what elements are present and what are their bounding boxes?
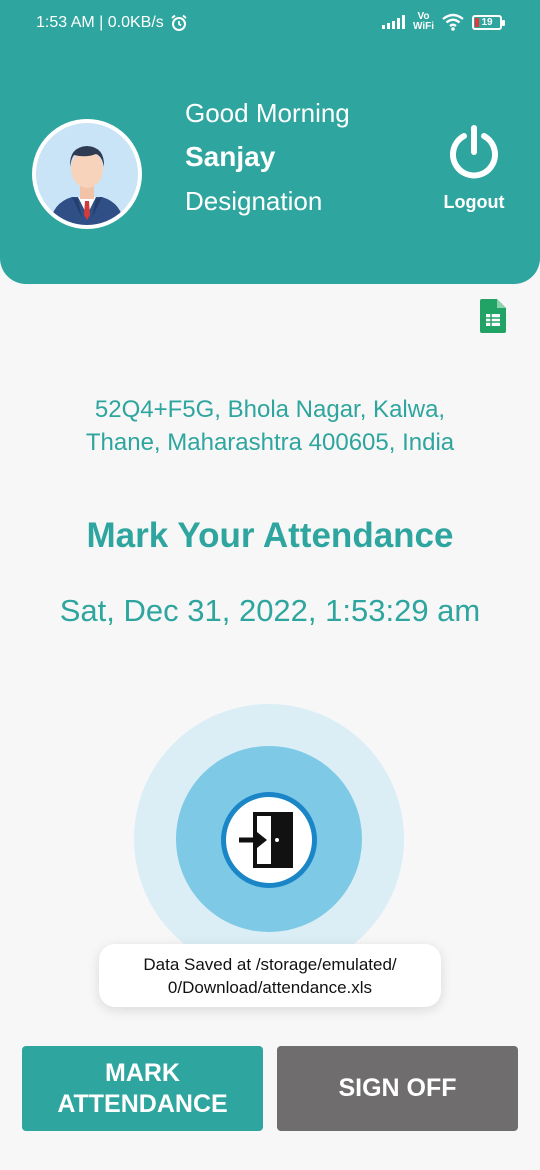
door-enter-icon — [239, 812, 293, 868]
logout-label: Logout — [443, 192, 505, 212]
vowifi-indicator: Vo WiFi — [412, 11, 434, 32]
google-sheets-icon[interactable] — [480, 299, 506, 333]
current-datetime: Sat, Dec 31, 2022, 1:53:29 am — [59, 593, 481, 628]
status-time: 1:53 AM | 0.0KB/s — [36, 14, 164, 31]
page-title: Mark Your Attendance — [86, 516, 454, 555]
status-bar: 1:53 AM | 0.0KB/s Vo WiFi 19 — [0, 0, 540, 48]
signal-bars-icon — [381, 15, 405, 29]
designation-text: Designation — [185, 186, 323, 216]
check-in-button[interactable] — [221, 792, 317, 888]
user-name: Sanjay — [185, 141, 276, 172]
battery-icon: 19 — [472, 14, 505, 30]
toast-message: Data Saved at /storage/emulated/ 0/Downl… — [99, 944, 441, 1007]
alarm-clock-icon — [171, 14, 187, 31]
logout-button[interactable]: Logout — [436, 124, 512, 224]
greeting-text: Good Morning — [185, 98, 350, 128]
mark-attendance-button[interactable]: MARK ATTENDANCE — [22, 1046, 263, 1131]
location-address: 52Q4+F5G, Bhola Nagar, Kalwa, Thane, Mah… — [85, 396, 455, 456]
power-icon — [450, 125, 498, 179]
avatar[interactable] — [32, 119, 142, 229]
sign-off-button[interactable]: SIGN OFF — [277, 1046, 518, 1131]
user-avatar-icon — [36, 123, 138, 225]
wifi-icon — [442, 13, 464, 31]
header-banner: 1:53 AM | 0.0KB/s Vo WiFi 19 Good Mornin… — [0, 0, 540, 284]
